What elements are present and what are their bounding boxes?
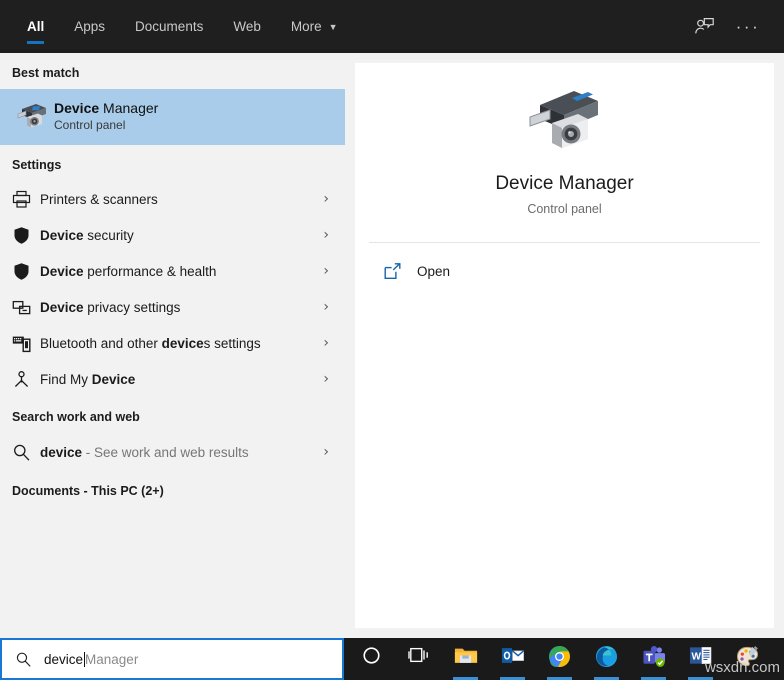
tab-active-underline xyxy=(27,41,45,44)
shield-icon xyxy=(12,262,40,281)
best-match-title-rest: Manager xyxy=(99,99,159,116)
result-label: device - See work and web results xyxy=(40,444,249,460)
shield-icon xyxy=(12,226,40,245)
device-manager-icon xyxy=(12,102,52,132)
preview-panel: Device Manager Control panel Open xyxy=(355,63,774,628)
tab-apps[interactable]: Apps xyxy=(59,0,120,53)
device-manager-large-icon xyxy=(526,87,604,157)
tab-web[interactable]: Web xyxy=(218,0,276,53)
open-button[interactable]: Open xyxy=(355,250,774,292)
chevron-right-icon: › xyxy=(323,335,329,351)
best-match-section-label: Best match xyxy=(12,66,80,80)
result-label: Device privacy settings xyxy=(40,299,181,315)
taskbar-search-box[interactable]: device Manager xyxy=(0,638,344,680)
tab-documents[interactable]: Documents xyxy=(120,0,218,53)
ellipsis-glyph: ··· xyxy=(735,17,761,36)
bluetooth-devices-icon xyxy=(12,334,40,353)
devices-icon xyxy=(12,298,40,317)
outlook-icon[interactable] xyxy=(489,638,536,680)
documents-section-label: Documents - This PC (2+) xyxy=(12,484,164,498)
result-label: Device security xyxy=(40,227,134,243)
chevron-right-icon: › xyxy=(323,263,329,279)
search-filter-tabs: All Apps Documents Web More ▼ xyxy=(0,0,353,53)
result-label: Find My Device xyxy=(40,371,136,387)
cortana-icon[interactable] xyxy=(348,638,395,680)
result-device-performance-health[interactable]: Device performance & health › xyxy=(0,253,345,289)
best-match-text: Device Manager Control panel xyxy=(54,100,158,135)
svg-text:W: W xyxy=(691,651,701,662)
taskbar: device Manager W wsxdn.com xyxy=(0,638,784,680)
chevron-right-icon: › xyxy=(323,191,329,207)
best-match-result-device-manager[interactable]: Device Manager Control panel xyxy=(0,89,345,145)
chevron-right-icon: › xyxy=(323,227,329,243)
best-match-subtitle: Control panel xyxy=(54,118,126,133)
teams-icon[interactable] xyxy=(630,638,677,680)
result-find-my-device[interactable]: Find My Device › xyxy=(0,361,345,397)
chevron-right-icon: › xyxy=(323,444,329,460)
best-match-title: Device Manager xyxy=(54,100,158,118)
preview-title: Device Manager xyxy=(495,173,634,194)
result-device-security[interactable]: Device security › xyxy=(0,217,345,253)
open-external-icon xyxy=(383,262,417,281)
windows-search-overlay: All Apps Documents Web More ▼ ··· Best m… xyxy=(0,0,784,680)
chevron-right-icon: › xyxy=(323,371,329,387)
tab-all[interactable]: All xyxy=(12,0,59,53)
chevron-right-icon: › xyxy=(323,299,329,315)
tab-documents-label: Documents xyxy=(135,19,204,34)
open-label: Open xyxy=(417,263,451,279)
feedback-person-icon[interactable] xyxy=(682,7,726,47)
header-actions: ··· xyxy=(682,0,784,53)
preview-divider xyxy=(369,242,760,243)
result-see-work-and-web-results[interactable]: device - See work and web results › xyxy=(0,433,345,471)
result-label: Printers & scanners xyxy=(40,191,158,207)
file-explorer-icon[interactable] xyxy=(442,638,489,680)
preview-subtitle: Control panel xyxy=(527,202,602,216)
search-icon xyxy=(2,651,44,668)
search-input[interactable]: device Manager xyxy=(44,651,139,667)
ellipsis-icon[interactable]: ··· xyxy=(726,7,770,47)
printer-icon xyxy=(12,190,40,209)
app-preview: Device Manager Control panel xyxy=(355,63,774,216)
tab-web-label: Web xyxy=(233,19,261,34)
tab-apps-label: Apps xyxy=(74,19,106,34)
watermark: wsxdn.com xyxy=(704,659,780,676)
search-typed-value: device xyxy=(44,651,84,667)
settings-section-label: Settings xyxy=(12,158,62,172)
search-icon xyxy=(12,443,40,462)
search-header: All Apps Documents Web More ▼ ··· xyxy=(0,0,784,53)
result-device-privacy-settings[interactable]: Device privacy settings › xyxy=(0,289,345,325)
tab-more-label: More xyxy=(290,19,322,34)
chrome-icon[interactable] xyxy=(536,638,583,680)
best-match-title-bold: Device xyxy=(54,99,100,116)
find-my-device-icon xyxy=(12,370,40,389)
result-label: Bluetooth and other devices settings xyxy=(40,335,261,351)
search-autocomplete-suffix: Manager xyxy=(85,651,139,667)
result-label: Device performance & health xyxy=(40,263,217,279)
search-work-web-section-label: Search work and web xyxy=(12,410,140,424)
tab-more[interactable]: More ▼ xyxy=(276,0,353,53)
task-view-icon[interactable] xyxy=(395,638,442,680)
tab-all-label: All xyxy=(27,19,45,34)
edge-icon[interactable] xyxy=(583,638,630,680)
search-results-panel: Best match Device Manager Control panel … xyxy=(0,53,345,638)
result-printers-and-scanners[interactable]: Printers & scanners › xyxy=(0,181,345,217)
result-bluetooth-and-other-devices-settings[interactable]: Bluetooth and other devices settings › xyxy=(0,325,345,361)
chevron-down-icon: ▼ xyxy=(328,22,338,32)
